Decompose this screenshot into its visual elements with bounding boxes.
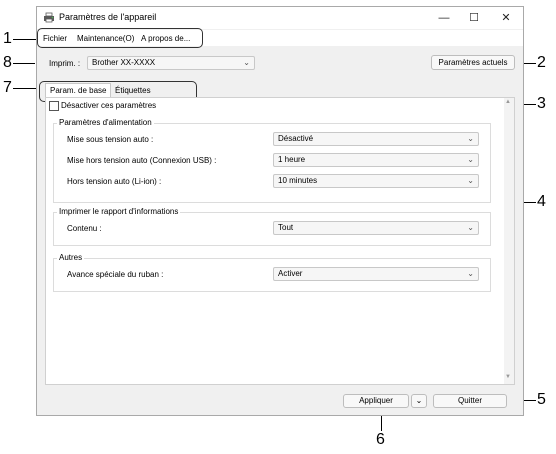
disable-settings-checkbox[interactable] bbox=[49, 101, 59, 111]
printer-label: Imprim. : bbox=[49, 59, 81, 68]
report-group-title: Imprimer le rapport d'informations bbox=[57, 207, 181, 216]
current-settings-button[interactable]: Paramètres actuels bbox=[431, 55, 515, 70]
chevron-down-icon: ⌄ bbox=[467, 134, 474, 143]
callout-1: 1 bbox=[3, 30, 12, 47]
report-content-select[interactable]: Tout ⌄ bbox=[273, 221, 479, 235]
chevron-down-icon: ⌄ bbox=[467, 223, 474, 232]
printer-select-value: Brother XX-XXXX bbox=[92, 58, 156, 67]
callout-3: 3 bbox=[537, 95, 546, 112]
menu-maintenance[interactable]: Maintenance(O) bbox=[77, 34, 134, 43]
callout-7: 7 bbox=[3, 79, 12, 96]
special-tape-feed-select[interactable]: Activer ⌄ bbox=[273, 267, 479, 281]
chevron-down-icon: ⌄ bbox=[467, 176, 474, 185]
auto-power-on-value: Désactivé bbox=[278, 134, 314, 143]
callout-7-line bbox=[13, 88, 37, 89]
quit-button[interactable]: Quitter bbox=[433, 394, 507, 408]
auto-power-off-usb-label: Mise hors tension auto (Connexion USB) : bbox=[67, 156, 217, 165]
callout-2: 2 bbox=[537, 54, 546, 71]
vertical-scrollbar[interactable]: ▲ ▼ bbox=[504, 98, 514, 384]
other-group-title: Autres bbox=[57, 253, 85, 262]
auto-power-off-liion-value: 10 minutes bbox=[278, 176, 318, 185]
chevron-down-icon: ⌄ bbox=[243, 58, 250, 67]
close-button[interactable]: ✕ bbox=[491, 9, 521, 27]
special-tape-feed-label: Avance spéciale du ruban : bbox=[67, 270, 164, 279]
tab-basic-settings[interactable]: Param. de base bbox=[45, 83, 112, 97]
auto-power-on-label: Mise sous tension auto : bbox=[67, 135, 154, 144]
auto-power-off-usb-select[interactable]: 1 heure ⌄ bbox=[273, 153, 479, 167]
printer-settings-icon bbox=[44, 12, 54, 23]
auto-power-off-liion-label: Hors tension auto (Li-ion) : bbox=[67, 177, 162, 186]
scroll-down-icon[interactable]: ▼ bbox=[505, 374, 511, 380]
title-bar: Paramètres de l'appareil — ☐ ✕ bbox=[37, 7, 523, 29]
chevron-down-icon: ⌄ bbox=[415, 396, 423, 405]
window-title: Paramètres de l'appareil bbox=[59, 12, 157, 22]
printer-select[interactable]: Brother XX-XXXX ⌄ bbox=[87, 56, 255, 70]
device-settings-window: Paramètres de l'appareil — ☐ ✕ Fichier M… bbox=[36, 6, 524, 416]
menu-file[interactable]: Fichier bbox=[43, 34, 67, 43]
chevron-down-icon: ⌄ bbox=[467, 155, 474, 164]
callout-5: 5 bbox=[537, 391, 546, 408]
disable-settings-label: Désactiver ces paramètres bbox=[61, 101, 157, 110]
chevron-down-icon: ⌄ bbox=[467, 269, 474, 278]
callout-4: 4 bbox=[537, 193, 546, 210]
maximize-button[interactable]: ☐ bbox=[459, 9, 489, 27]
scroll-up-icon[interactable]: ▲ bbox=[505, 99, 511, 105]
menu-about[interactable]: A propos de... bbox=[141, 34, 190, 43]
report-content-value: Tout bbox=[278, 223, 294, 232]
callout-8: 8 bbox=[3, 54, 12, 71]
auto-power-off-usb-value: 1 heure bbox=[278, 155, 306, 164]
tab-labels[interactable]: Étiquettes bbox=[111, 84, 155, 98]
callout-1-line bbox=[13, 39, 37, 40]
report-content-label: Contenu : bbox=[67, 224, 102, 233]
callout-8-line bbox=[13, 63, 35, 64]
auto-power-off-liion-select[interactable]: 10 minutes ⌄ bbox=[273, 174, 479, 188]
apply-dropdown-button[interactable]: ⌄ bbox=[411, 394, 427, 408]
auto-power-on-select[interactable]: Désactivé ⌄ bbox=[273, 132, 479, 146]
power-settings-title: Paramètres d'alimentation bbox=[57, 118, 154, 127]
minimize-button[interactable]: — bbox=[429, 9, 459, 27]
callout-6: 6 bbox=[376, 431, 385, 448]
special-tape-feed-value: Activer bbox=[278, 269, 303, 278]
apply-button[interactable]: Appliquer bbox=[343, 394, 409, 408]
